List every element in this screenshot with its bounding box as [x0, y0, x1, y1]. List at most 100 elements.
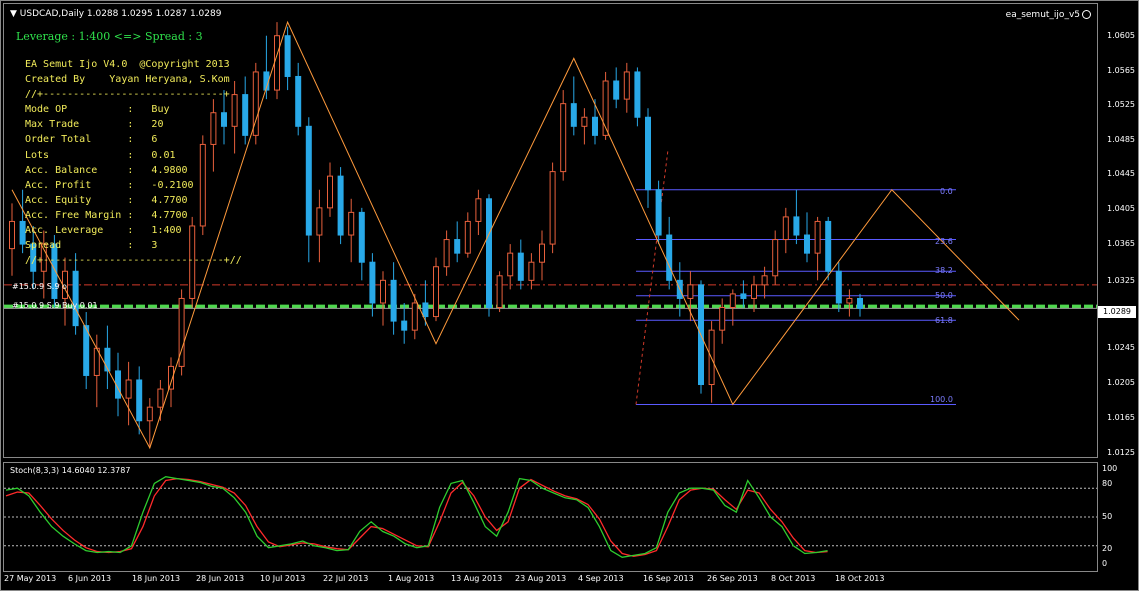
date-tick: 27 May 2013	[4, 574, 57, 583]
time-axis[interactable]: 27 May 2013 6 Jun 2013 18 Jun 2013 28 Ju…	[3, 572, 1098, 590]
bear-candle	[793, 216, 800, 236]
bear-candle	[401, 320, 408, 331]
date-tick: 13 Aug 2013	[451, 574, 503, 583]
ea-info-line: Max Trade : 20	[25, 119, 164, 131]
leverage-spread-text: Leverage : 1:400 <=> Spread : 3	[16, 30, 203, 43]
symbol-title-text: USDCAD,Daily 1.0288 1.0295 1.0287 1.0289	[19, 9, 222, 19]
bear-candle	[337, 175, 344, 236]
price-chart-panel[interactable]: ▼ USDCAD,Daily 1.0288 1.0295 1.0287 1.02…	[3, 3, 1098, 458]
order-label-2: #15.0.9 S.9 Buy 0.01	[12, 301, 98, 310]
stoch-tick: 0	[1102, 559, 1108, 568]
ea-info-line: Order Total : 6	[25, 134, 158, 146]
stochastic-panel[interactable]: Stoch(8,3,3) 14.6040 12.3787	[3, 462, 1098, 572]
bull-candle	[581, 116, 588, 127]
bear-candle	[655, 189, 662, 236]
bull-candle	[772, 239, 779, 277]
bear-candle	[136, 379, 143, 422]
ea-info-line: //+------------------------------+	[25, 89, 230, 101]
bull-candle	[464, 220, 471, 254]
bull-candle	[751, 284, 757, 299]
bear-candle	[740, 293, 747, 299]
bear-candle	[570, 103, 577, 127]
bull-candle	[623, 71, 630, 100]
bull-candle	[729, 293, 736, 309]
bear-candle	[613, 80, 620, 100]
stoch-tick: 20	[1102, 544, 1113, 553]
smiley-icon[interactable]	[1082, 10, 1091, 19]
bear-candle	[422, 302, 429, 318]
bear-candle	[284, 35, 291, 77]
stochastic-axis: 100 80 50 20 0	[1098, 462, 1138, 572]
fib-trend-line	[635, 149, 669, 405]
order-label-1: #15.0.9 S.9 o	[12, 282, 67, 291]
date-tick: 8 Oct 2013	[771, 574, 816, 583]
bull-candle	[687, 284, 694, 299]
bull-candle	[560, 103, 567, 173]
bear-candle	[486, 198, 492, 309]
bear-candle	[857, 297, 863, 309]
date-tick: 4 Sep 2013	[578, 574, 624, 583]
fib-label-50: 50.0	[935, 291, 953, 300]
bull-candle	[433, 266, 439, 318]
price-tick: 1.0205	[1107, 378, 1135, 387]
stoch-tick: 100	[1102, 464, 1118, 473]
ea-info-line: Acc. Balance : 4.9800	[25, 164, 188, 176]
bear-candle	[305, 125, 312, 236]
fib-label-0: 0.0	[940, 187, 953, 196]
bull-candle	[9, 220, 15, 250]
bull-candle	[380, 279, 386, 304]
bull-candle	[549, 171, 556, 245]
bull-candle	[146, 406, 153, 422]
bull-candle	[274, 35, 280, 91]
bear-candle	[295, 75, 302, 127]
bull-candle	[475, 198, 482, 222]
bull-candle	[846, 297, 853, 304]
stochastic-svg[interactable]	[4, 463, 1097, 571]
price-tick: 1.0445	[1107, 169, 1135, 178]
price-axis[interactable]: 1.0605 1.0565 1.0525 1.0485 1.0445 1.040…	[1098, 3, 1138, 458]
price-tick: 1.0125	[1107, 448, 1135, 457]
bull-candle	[316, 207, 323, 236]
price-tick: 1.0245	[1107, 343, 1135, 352]
bear-candle	[517, 252, 524, 281]
bear-candle	[242, 94, 249, 136]
bear-candle	[804, 234, 810, 254]
date-tick: 1 Aug 2013	[388, 574, 435, 583]
bull-candle	[761, 275, 768, 286]
bull-candle	[814, 220, 821, 254]
date-tick: 28 Jun 2013	[196, 574, 245, 583]
bear-candle	[835, 270, 842, 304]
bear-candle	[358, 211, 365, 263]
bear-candle	[454, 239, 461, 254]
stochastic-label: Stoch(8,3,3) 14.6040 12.3787	[10, 466, 131, 475]
current-price-label: 1.0289	[1098, 306, 1136, 318]
price-tick: 1.0405	[1107, 204, 1135, 213]
price-tick: 1.0365	[1107, 239, 1135, 248]
bull-candle	[496, 275, 503, 309]
fib-label-100: 100.0	[930, 395, 953, 404]
ea-info-line: Mode OP : Buy	[25, 104, 170, 116]
fib-label-23-6: 23.6	[935, 237, 953, 246]
bear-candle	[825, 220, 832, 272]
date-tick: 23 Aug 2013	[515, 574, 567, 583]
bear-candle	[634, 71, 641, 118]
price-tick: 1.0165	[1107, 413, 1135, 422]
symbol-title: ▼ USDCAD,Daily 1.0288 1.0295 1.0287 1.02…	[10, 9, 221, 19]
chart-menu-triangle-icon[interactable]: ▼	[10, 9, 17, 19]
date-tick: 16 Sep 2013	[643, 574, 694, 583]
bull-candle	[157, 388, 164, 408]
bear-candle	[666, 234, 673, 281]
ea-info-line: EA Semut Ijo V4.0 @Copyright 2013	[25, 59, 230, 70]
fib-label-61-8: 61.8	[935, 316, 953, 325]
bull-candle	[782, 216, 789, 241]
bull-candle	[528, 261, 535, 281]
bull-candle	[539, 243, 545, 263]
bull-candle	[719, 307, 726, 331]
bull-candle	[411, 302, 418, 331]
fib-label-38-2: 38.2	[935, 266, 953, 275]
stoch-tick: 80	[1102, 479, 1113, 488]
bull-candle	[443, 239, 450, 268]
bear-candle	[72, 270, 79, 327]
price-tick: 1.0485	[1107, 135, 1135, 144]
bear-candle	[369, 261, 376, 304]
